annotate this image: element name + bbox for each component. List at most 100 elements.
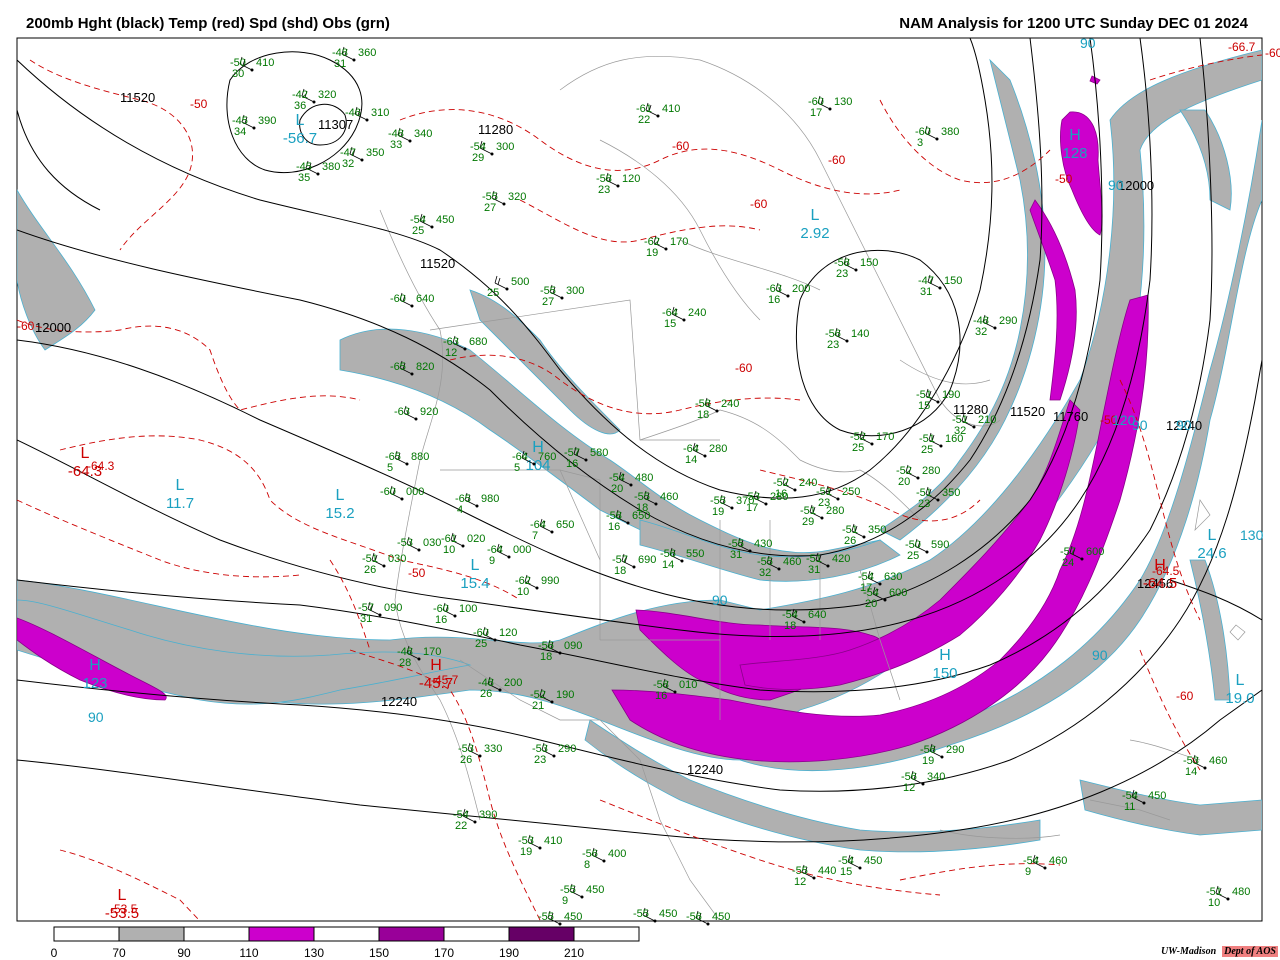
station-dewpoint-depression: 35 bbox=[298, 172, 310, 184]
speed-label: 90 bbox=[1080, 35, 1096, 51]
station-dewpoint-depression: 16 bbox=[566, 458, 578, 470]
legend-bin-110-130 bbox=[248, 926, 315, 942]
station-height: 290 bbox=[999, 315, 1017, 327]
station-height: 450 bbox=[586, 884, 604, 896]
station-dewpoint-depression: 10 bbox=[1208, 897, 1220, 909]
center-value: 24.6 bbox=[1197, 545, 1226, 562]
center-letter: L bbox=[81, 445, 90, 462]
station-dewpoint-depression: 21 bbox=[532, 700, 544, 712]
legend-bin-190-210 bbox=[508, 926, 575, 942]
station-height: 340 bbox=[927, 771, 945, 783]
station-dewpoint-depression: 34 bbox=[234, 126, 246, 138]
station-height: 010 bbox=[679, 679, 697, 691]
height-label: 11307 bbox=[318, 117, 353, 132]
station-height: 480 bbox=[635, 472, 653, 484]
station-dewpoint-depression: 27 bbox=[542, 296, 554, 308]
station-height: 450 bbox=[659, 908, 677, 920]
legend-tick-label: 130 bbox=[304, 946, 324, 960]
station-dewpoint-depression: 31 bbox=[360, 613, 372, 625]
station-dewpoint-depression: 12 bbox=[903, 782, 915, 794]
center-letter: L bbox=[118, 887, 127, 904]
station-dewpoint-depression: 32 bbox=[342, 158, 354, 170]
speed-label: 90 bbox=[1176, 417, 1192, 433]
station-dewpoint-depression: 11 bbox=[1124, 801, 1135, 813]
center-value: -64.3 bbox=[68, 463, 102, 480]
center-letter: H bbox=[430, 657, 442, 674]
station-dewpoint-depression: 22 bbox=[638, 114, 650, 126]
station-height: 090 bbox=[564, 640, 582, 652]
station-dewpoint-depression: 19 bbox=[922, 755, 934, 767]
station-dewpoint-depression: 24 bbox=[1062, 557, 1074, 569]
center-value: 150 bbox=[932, 665, 957, 682]
center-value: -56.7 bbox=[283, 130, 317, 147]
station-height: 600 bbox=[1086, 546, 1104, 558]
credit-line: UW-Madison Dept of AOS bbox=[1161, 946, 1278, 957]
station-height: 290 bbox=[946, 744, 964, 756]
station-dewpoint-depression: 19 bbox=[646, 247, 658, 259]
temperature-label: -50 bbox=[190, 97, 208, 111]
station-height: 630 bbox=[884, 571, 902, 583]
station-height: 200 bbox=[504, 677, 522, 689]
station-dewpoint-depression: 20 bbox=[611, 483, 623, 495]
station-dewpoint-depression: 31 bbox=[730, 549, 742, 561]
station-dewpoint-depression: 23 bbox=[598, 184, 610, 196]
station-dewpoint-depression: 31 bbox=[808, 564, 820, 576]
center-letter: L bbox=[296, 112, 305, 129]
station-dewpoint-depression: 9 bbox=[489, 555, 495, 567]
station-dewpoint-depression: 23 bbox=[918, 498, 930, 510]
speed-label: 90 bbox=[88, 709, 104, 725]
temperature-label: -60 bbox=[17, 319, 35, 333]
station-dewpoint-depression: 36 bbox=[294, 100, 306, 112]
station-height: 600 bbox=[889, 587, 907, 599]
speed-label: 120 bbox=[1112, 412, 1136, 428]
station-height: 760 bbox=[538, 451, 556, 463]
station-height: 980 bbox=[481, 493, 499, 505]
legend-tick-label: 150 bbox=[369, 946, 389, 960]
station-dewpoint-depression: 31 bbox=[920, 286, 932, 298]
station-height: 380 bbox=[322, 161, 340, 173]
height-label: 12000 bbox=[35, 320, 71, 335]
station-height: 150 bbox=[860, 257, 878, 269]
center-value: -45.7 bbox=[419, 675, 453, 692]
station-height: 250 bbox=[842, 486, 860, 498]
station-dewpoint-depression: 15 bbox=[664, 318, 676, 330]
station-dewpoint-depression: 16 bbox=[768, 294, 780, 306]
station-height: 280 bbox=[826, 505, 844, 517]
station-height: 130 bbox=[834, 96, 852, 108]
temperature-label: -60 bbox=[1265, 46, 1280, 60]
legend-bin-70-90 bbox=[118, 926, 185, 942]
station-height: 000 bbox=[513, 544, 531, 556]
station-height: 120 bbox=[499, 627, 517, 639]
station-height: 020 bbox=[467, 533, 485, 545]
station-dewpoint-depression: 25 bbox=[852, 442, 864, 454]
station-dewpoint-depression: 32 bbox=[975, 326, 987, 338]
station-height: 450 bbox=[864, 855, 882, 867]
station-dewpoint-depression: 17 bbox=[810, 107, 822, 119]
station-dewpoint-depression: 7 bbox=[532, 530, 538, 542]
station-dewpoint-depression: 19 bbox=[712, 506, 724, 518]
legend-bin-170-190 bbox=[443, 926, 510, 942]
station-dewpoint-depression: 22 bbox=[455, 820, 467, 832]
station-height: 500 bbox=[511, 276, 529, 288]
station-dewpoint-depression: 8 bbox=[584, 859, 590, 871]
station-height: 390 bbox=[258, 115, 276, 127]
station-height: 460 bbox=[1049, 855, 1067, 867]
center-value: 19.0 bbox=[1225, 690, 1254, 707]
station-temperature: -46 bbox=[345, 107, 361, 119]
legend-tick-label: 90 bbox=[177, 946, 191, 960]
legend-bin-150-170 bbox=[378, 926, 445, 942]
station-dewpoint-depression: 10 bbox=[517, 586, 529, 598]
station-dewpoint-depression: 16 bbox=[775, 488, 787, 500]
station-height: 140 bbox=[851, 328, 869, 340]
height-label: 11520 bbox=[120, 90, 155, 105]
station-height: 320 bbox=[508, 191, 526, 203]
station-height: 400 bbox=[608, 848, 626, 860]
legend-bin-130-150 bbox=[313, 926, 380, 942]
center-value: -64.5 bbox=[1143, 575, 1177, 592]
speed-label: 90 bbox=[1108, 177, 1124, 193]
station-height: 330 bbox=[484, 743, 502, 755]
station-height: 090 bbox=[384, 602, 402, 614]
station-height: 690 bbox=[638, 554, 656, 566]
station-dewpoint-depression: 20 bbox=[865, 598, 877, 610]
legend-bin-0-70 bbox=[53, 926, 120, 942]
